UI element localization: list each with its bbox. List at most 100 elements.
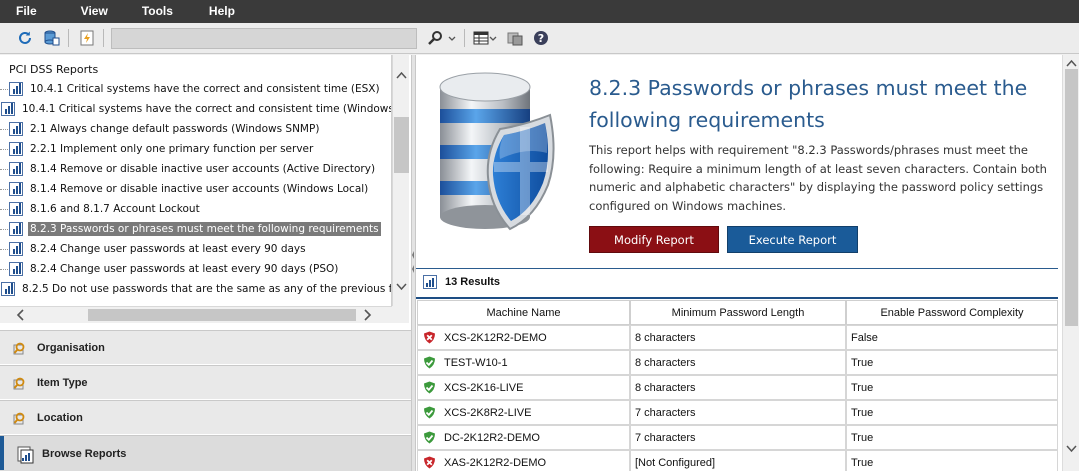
column-header-min-password-length[interactable]: Minimum Password Length	[630, 300, 846, 325]
chevron-down-icon[interactable]	[488, 29, 498, 47]
tree-item[interactable]: 8.1.6 and 8.1.7 Account Lockout	[0, 200, 391, 218]
tree-item-label: 8.2.5 Do not use passwords that are the …	[22, 283, 392, 295]
report-title: 8.2.3 Passwords or phrases must meet the…	[589, 76, 1028, 132]
report-chart-icon	[9, 142, 23, 156]
tree-item-label: 8.1.6 and 8.1.7 Account Lockout	[30, 203, 200, 215]
nav-browse-reports-label: Browse Reports	[42, 447, 127, 460]
reports-icon	[17, 446, 34, 463]
report-chart-icon	[9, 222, 23, 236]
machine-name: XCS-2K16-LIVE	[444, 381, 524, 394]
results-header: 13 Results	[423, 275, 500, 289]
column-header-machine-name[interactable]: Machine Name	[417, 300, 630, 325]
tree-item[interactable]: 8.1.4 Remove or disable inactive user ac…	[0, 180, 391, 198]
shield-check-icon	[423, 381, 436, 394]
modify-report-button[interactable]: Modify Report	[589, 226, 719, 253]
shield-check-icon	[423, 356, 436, 369]
cell-min-password-length: 8 characters	[630, 325, 846, 350]
help-icon[interactable]: ?	[532, 29, 550, 47]
column-header-password-complexity[interactable]: Enable Password Complexity	[846, 300, 1058, 325]
tree-item-label: 8.1.4 Remove or disable inactive user ac…	[30, 183, 369, 195]
tree-item[interactable]: 10.4.1 Critical systems have the correct…	[0, 80, 391, 98]
report-chart-icon	[9, 202, 23, 216]
chevron-left-icon[interactable]	[16, 309, 24, 323]
chevron-up-icon[interactable]	[1066, 57, 1077, 69]
menu-view[interactable]: View	[53, 0, 124, 23]
shield-check-icon	[423, 431, 436, 444]
table-row[interactable]: XCS-2K8R2-LIVE 7 characters True	[417, 400, 1058, 425]
cell-min-password-length: [Not Configured]	[630, 450, 846, 471]
tree-item[interactable]: 8.2.3 Passwords or phrases must meet the…	[0, 220, 391, 238]
results-table: Machine Name Minimum Password Length Ena…	[417, 300, 1058, 471]
tree-item-label: 2.1 Always change default passwords (Win…	[30, 123, 320, 135]
divider	[416, 268, 1058, 269]
tree-item[interactable]: 8.1.4 Remove or disable inactive user ac…	[0, 160, 391, 178]
nav-organisation-label: Organisation	[37, 341, 105, 354]
tree-vertical-scrollbar[interactable]	[392, 55, 409, 306]
scroll-thumb[interactable]	[88, 309, 356, 321]
nav-location[interactable]: Location	[0, 400, 411, 434]
cell-password-complexity: True	[846, 400, 1058, 425]
report-chart-icon	[9, 162, 23, 176]
tree-item-label: 10.4.1 Critical systems have the correct…	[30, 83, 380, 95]
nav-item-type[interactable]: Item Type	[0, 365, 411, 399]
tree-item[interactable]: 2.2.1 Implement only one primary functio…	[0, 140, 391, 158]
tree-item-label: 2.2.1 Implement only one primary functio…	[30, 143, 314, 155]
chevron-down-icon[interactable]	[1066, 443, 1077, 455]
chevron-down-icon[interactable]	[447, 29, 457, 47]
cell-min-password-length: 7 characters	[630, 400, 846, 425]
table-row[interactable]: XAS-2K12R2-DEMO [Not Configured] True	[417, 450, 1058, 471]
report-flash-icon[interactable]	[78, 29, 96, 47]
report-chart-icon	[9, 182, 23, 196]
search-input[interactable]	[111, 28, 417, 49]
table-row[interactable]: XCS-2K16-LIVE 8 characters True	[417, 375, 1058, 400]
report-chart-icon	[9, 242, 23, 256]
nav-browse-reports[interactable]: Browse Reports	[0, 435, 411, 471]
search-icon	[12, 410, 28, 426]
chevron-down-icon[interactable]	[396, 281, 407, 293]
machine-name: TEST-W10-1	[444, 356, 508, 369]
chevron-up-icon[interactable]	[396, 69, 407, 81]
tree-item-label: 8.1.4 Remove or disable inactive user ac…	[30, 163, 376, 175]
tree-item[interactable]: 8.2.4 Change user passwords at least eve…	[0, 240, 391, 258]
menu-help[interactable]: Help	[189, 0, 251, 23]
cell-password-complexity: True	[846, 375, 1058, 400]
table-row[interactable]: XCS-2K12R2-DEMO 8 characters False	[417, 325, 1058, 350]
scroll-thumb[interactable]	[394, 117, 409, 173]
report-vertical-scrollbar[interactable]	[1062, 55, 1079, 471]
report-chart-icon	[1, 282, 15, 296]
database-shield-icon	[430, 67, 570, 252]
table-row[interactable]: DC-2K12R2-DEMO 7 characters True	[417, 425, 1058, 450]
cell-password-complexity: True	[846, 450, 1058, 471]
shield-x-icon	[423, 456, 436, 469]
database-icon[interactable]	[42, 29, 60, 47]
nav-organisation[interactable]: Organisation	[0, 330, 411, 364]
tree-item[interactable]: 10.4.1 Critical systems have the correct…	[0, 100, 391, 118]
tree-item[interactable]: 8.2.5 Do not use passwords that are the …	[0, 280, 392, 298]
cell-machine-name: XAS-2K12R2-DEMO	[417, 450, 630, 471]
tree-item-label: 8.2.3 Passwords or phrases must meet the…	[28, 222, 381, 236]
cell-machine-name: XCS-2K16-LIVE	[417, 375, 630, 400]
tree-horizontal-scrollbar[interactable]	[0, 306, 392, 323]
cell-password-complexity: False	[846, 325, 1058, 350]
table-row[interactable]: TEST-W10-1 8 characters True	[417, 350, 1058, 375]
filter-icon[interactable]	[506, 29, 524, 47]
cell-min-password-length: 7 characters	[630, 425, 846, 450]
tree-item[interactable]: 2.1 Always change default passwords (Win…	[0, 120, 391, 138]
cell-password-complexity: True	[846, 425, 1058, 450]
refresh-icon[interactable]	[16, 29, 34, 47]
nav-location-label: Location	[37, 411, 83, 424]
chevron-right-icon[interactable]	[364, 309, 372, 323]
search-icon[interactable]	[426, 29, 444, 47]
menu-file[interactable]: File	[0, 0, 53, 23]
nav-item-type-label: Item Type	[37, 376, 88, 389]
cell-machine-name: TEST-W10-1	[417, 350, 630, 375]
menu-tools[interactable]: Tools	[124, 0, 189, 23]
machine-name: XAS-2K12R2-DEMO	[444, 456, 547, 469]
svg-text:?: ?	[538, 32, 544, 45]
tree-item[interactable]: 8.2.4 Change user passwords at least eve…	[0, 260, 391, 278]
execute-report-button[interactable]: Execute Report	[727, 226, 858, 253]
cell-machine-name: XCS-2K8R2-LIVE	[417, 400, 630, 425]
scroll-thumb[interactable]	[1065, 69, 1078, 326]
report-description: This report helps with requirement "8.2.…	[589, 143, 1047, 213]
tree-root-label[interactable]: PCI DSS Reports	[9, 63, 98, 76]
